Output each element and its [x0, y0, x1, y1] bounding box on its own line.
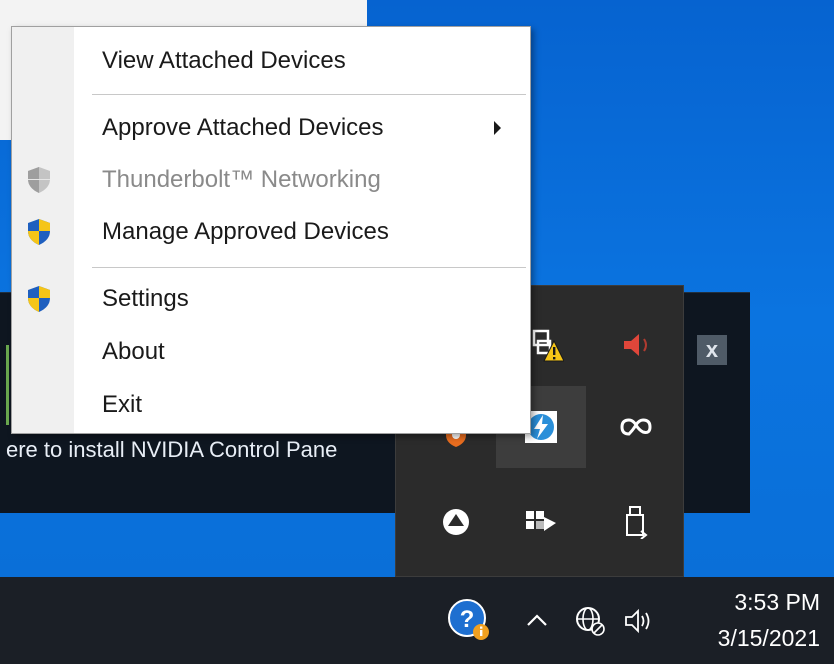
notification-accent	[6, 345, 9, 425]
svg-text:?: ?	[460, 606, 475, 633]
menu-item-about[interactable]: About	[12, 326, 530, 378]
menu-item-label: About	[102, 338, 165, 365]
menu-item-label: Thunderbolt™ Networking	[102, 166, 381, 193]
menu-item-label: Settings	[102, 285, 189, 312]
taskbar: ? 3:53 PM 3/15/2021	[0, 577, 834, 664]
menu-item-label: Exit	[102, 391, 143, 418]
uac-shield-icon	[26, 218, 52, 246]
thunderbolt-context-menu: View Attached Devices Approve Attached D…	[11, 26, 531, 434]
chevron-up-icon[interactable]	[520, 603, 554, 637]
speaker-icon[interactable]	[620, 601, 660, 641]
menu-item-approve-attached-devices[interactable]: Approve Attached Devices	[12, 102, 530, 154]
creative-cloud-icon[interactable]	[591, 386, 681, 468]
menu-item-manage-approved-devices[interactable]: Manage Approved Devices	[12, 206, 530, 258]
clock-date[interactable]: 3/15/2021	[718, 625, 820, 652]
uac-shield-icon	[26, 285, 52, 313]
menu-item-label: Manage Approved Devices	[102, 218, 389, 245]
notification-text[interactable]: ere to install NVIDIA Control Pane	[0, 430, 395, 470]
menu-item-thunderbolt-networking: Thunderbolt™ Networking	[12, 154, 530, 206]
menu-item-label: View Attached Devices	[102, 47, 346, 74]
help-icon[interactable]: ?	[444, 595, 494, 645]
tile-grid-icon[interactable]	[496, 481, 586, 563]
menu-item-label: Approve Attached Devices	[102, 114, 384, 141]
volume-muted-icon[interactable]	[591, 304, 681, 386]
menu-item-exit[interactable]: Exit	[12, 379, 530, 431]
menu-item-settings[interactable]: Settings	[12, 273, 530, 325]
upload-arrow-icon[interactable]	[411, 481, 501, 563]
network-globe-icon[interactable]	[570, 601, 610, 641]
shield-gray-icon	[26, 166, 52, 194]
notification-close-button[interactable]: x	[697, 335, 727, 365]
menu-separator	[92, 267, 526, 268]
usb-eject-icon[interactable]	[591, 481, 681, 563]
menu-item-view-attached-devices[interactable]: View Attached Devices	[12, 35, 530, 87]
clock-time[interactable]: 3:53 PM	[734, 589, 820, 616]
submenu-arrow-icon	[494, 121, 501, 135]
menu-separator	[92, 94, 526, 95]
